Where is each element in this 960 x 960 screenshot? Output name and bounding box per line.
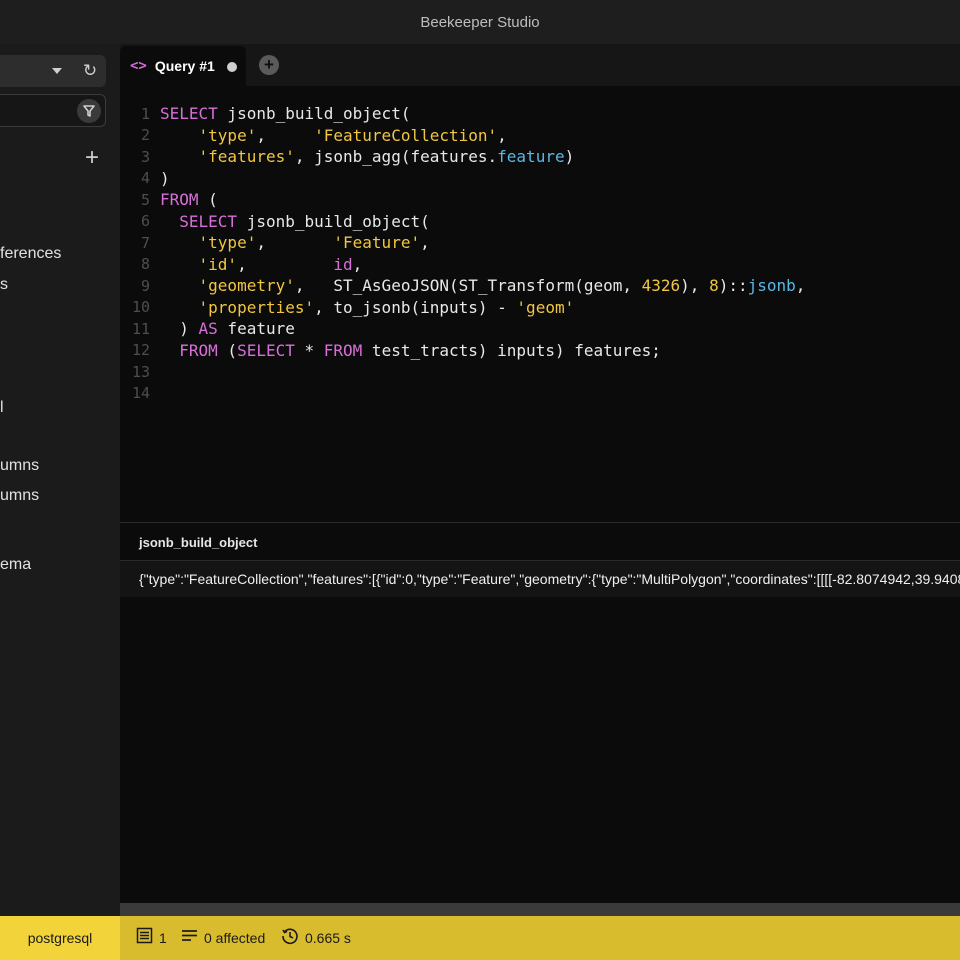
tab-query-1[interactable]: <> Query #1 [120, 46, 246, 86]
sidebar-item[interactable]: ferences [0, 245, 61, 263]
code-line: 'type', 'Feature', [198, 233, 430, 253]
horizontal-scrollbar[interactable] [120, 903, 960, 916]
code-line: 'type', 'FeatureCollection', [198, 125, 507, 145]
line-number: 13 [131, 362, 150, 381]
code-line: FROM ( [160, 190, 218, 210]
sidebar-item[interactable]: umns [0, 457, 39, 475]
status-bar: postgresql 1 0 affected 0.665 s [0, 916, 960, 960]
table-cell[interactable]: {"type":"FeatureCollection","features":[… [139, 571, 960, 587]
new-tab-icon[interactable]: + [259, 55, 279, 75]
window-title: Beekeeper Studio [420, 13, 540, 31]
line-number: 8 [140, 255, 150, 274]
line-number: 2 [140, 126, 150, 145]
line-number: 9 [140, 276, 150, 295]
code-line: 'id', id, [198, 254, 363, 274]
line-number: 14 [131, 384, 150, 403]
sidebar: ↻ + ferences s l umns umns ema [0, 44, 120, 916]
connection-type: postgresql [27, 930, 93, 946]
code-line: 'properties', to_jsonb(inputs) - 'geom' [198, 297, 575, 317]
sidebar-item[interactable]: ema [0, 556, 31, 574]
line-number: 3 [140, 147, 150, 166]
code-line: ) [160, 168, 170, 188]
sidebar-item[interactable]: l [0, 399, 4, 417]
results-area [120, 597, 960, 903]
table-row[interactable]: {"type":"FeatureCollection","features":[… [120, 561, 960, 597]
code-line: SELECT jsonb_build_object( [179, 211, 430, 231]
line-number: 1 [140, 104, 150, 123]
line-number: 12 [131, 341, 150, 360]
code-line: FROM (SELECT * FROM test_tracts) inputs)… [179, 340, 661, 360]
refresh-icon[interactable]: ↻ [80, 61, 100, 81]
add-icon[interactable]: + [82, 146, 102, 170]
code-line: SELECT jsonb_build_object( [160, 104, 411, 124]
connection-type-button[interactable]: postgresql [0, 916, 120, 960]
code-line: 'geometry', ST_AsGeoJSON(ST_Transform(ge… [198, 276, 806, 296]
filter-icon[interactable] [77, 99, 101, 123]
code-line: ) AS feature [160, 319, 295, 339]
query-duration: 0.665 s [281, 916, 351, 960]
sidebar-item[interactable]: umns [0, 487, 39, 505]
affected-rows: 0 affected [181, 916, 265, 960]
code-icon: <> [130, 58, 147, 74]
unsaved-indicator-icon[interactable] [227, 62, 237, 72]
tab-bar: <> Query #1 + [120, 44, 960, 86]
line-number: 7 [140, 233, 150, 252]
history-icon [281, 927, 299, 950]
connection-select[interactable]: ↻ [0, 55, 106, 87]
title-bar: Beekeeper Studio [0, 0, 960, 44]
code-line: 'features', jsonb_agg(features.feature) [198, 147, 575, 167]
line-number: 11 [131, 319, 150, 338]
line-number: 6 [140, 212, 150, 231]
affected-value: 0 affected [204, 930, 266, 946]
chevron-down-icon[interactable] [52, 68, 62, 74]
row-count-value: 1 [159, 930, 167, 946]
tab-label: Query #1 [154, 58, 215, 74]
line-number: 5 [140, 190, 150, 209]
sidebar-item[interactable]: s [0, 276, 8, 294]
duration-value: 0.665 s [305, 930, 351, 946]
results-header: jsonb_build_object [120, 522, 960, 561]
line-number: 10 [131, 298, 150, 317]
sidebar-filter-input[interactable] [0, 94, 106, 127]
row-count: 1 [136, 916, 167, 960]
line-number: 4 [140, 169, 150, 188]
lines-icon [181, 927, 198, 949]
sql-editor[interactable]: 1 SELECT jsonb_build_object( 2 'type', 'F… [120, 86, 960, 522]
column-header[interactable]: jsonb_build_object [139, 535, 257, 550]
rows-icon [136, 927, 153, 949]
